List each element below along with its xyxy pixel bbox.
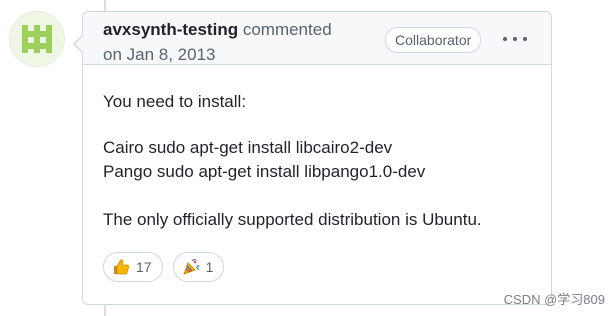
dot-icon	[503, 37, 507, 41]
reactions-bar: 17 1	[103, 252, 225, 282]
body-line-ubuntu: The only officially supported distributi…	[103, 210, 482, 229]
body-packages: Cairo sudo apt-get install libcairo2-dev…	[103, 136, 425, 184]
watermark: CSDN @学习809	[503, 292, 605, 307]
comment-meta: avxsynth-testing commented on Jan 8, 201…	[103, 17, 373, 67]
collaborator-badge: Collaborator	[385, 27, 482, 53]
reaction-tada-button[interactable]: 1	[172, 252, 225, 282]
body-line-cairo: Cairo sudo apt-get install libcairo2-dev	[103, 138, 393, 157]
comment-box: avxsynth-testing commented on Jan 8, 201…	[73, 11, 552, 305]
thumbs-up-icon	[114, 259, 129, 275]
reaction-thumbs-up-button[interactable]: 17	[103, 252, 163, 282]
avatar[interactable]	[10, 12, 64, 66]
identicon-icon	[10, 12, 64, 66]
comment-header: avxsynth-testing commented on Jan 8, 201…	[83, 12, 551, 65]
more-options-button[interactable]	[499, 28, 531, 50]
body-line-pango: Pango sudo apt-get install libpango1.0-d…	[103, 162, 426, 181]
reaction-count: 17	[136, 259, 152, 275]
dot-icon	[523, 37, 527, 41]
author-link[interactable]: avxsynth-testing	[103, 20, 238, 39]
comment-action: commented	[242, 20, 332, 39]
body-line-install: You need to install:	[103, 92, 247, 111]
reaction-count: 1	[205, 259, 214, 275]
dot-icon	[513, 37, 517, 41]
comment-date-link[interactable]: on Jan 8, 2013	[103, 45, 215, 64]
tada-icon	[182, 259, 199, 275]
